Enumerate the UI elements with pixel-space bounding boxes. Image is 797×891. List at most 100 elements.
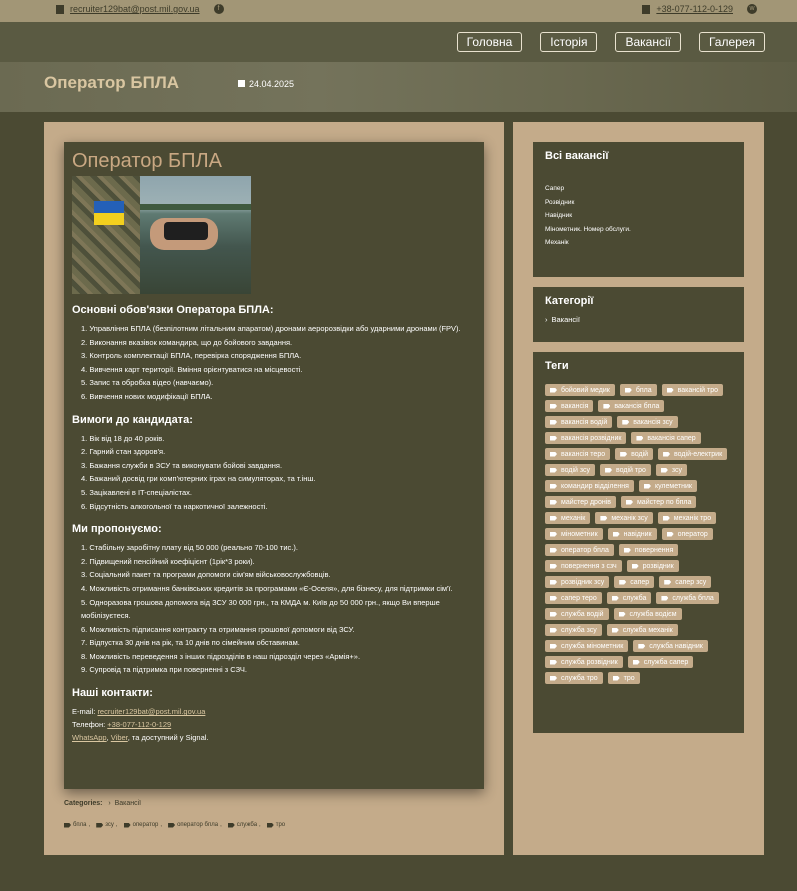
post-tag[interactable]: тро (266, 822, 285, 828)
sidebar-tag[interactable]: механік тро (657, 512, 717, 524)
post-tag[interactable]: оператор , (123, 822, 162, 828)
widget-all-vacancies: Всі вакансії Сапер Розвідник Навідник Мі… (533, 142, 744, 277)
sidebar-tag[interactable]: майстер дронів (545, 496, 616, 508)
top-email-link[interactable]: recruiter129bat@post.mil.gov.ua (70, 4, 200, 14)
sidebar-tag[interactable]: вакансія сапер (631, 432, 701, 444)
ukraine-flag-icon (94, 201, 124, 225)
requirements-heading: Вимоги до кандидата: (72, 413, 193, 426)
sidebar-tag[interactable]: служба (606, 592, 652, 604)
list-item: 5. Зацікавлені в IT-спеціалістах. (81, 487, 192, 497)
sidebar-tag[interactable]: бойовий медик (545, 384, 615, 396)
sidebar-tag[interactable]: служба зсу (545, 624, 602, 636)
whatsapp-icon[interactable]: w (747, 4, 757, 14)
sidebar-tag[interactable]: повернення з сзч (545, 560, 622, 572)
vacancy-link[interactable]: Навідник (545, 209, 732, 223)
sidebar-tag[interactable]: вакансія теро (545, 448, 611, 460)
sidebar-tag-label: служба (622, 594, 647, 602)
sidebar-tag[interactable]: водій (615, 448, 654, 460)
sidebar-tag[interactable]: кулеметник (638, 480, 697, 492)
vacancy-link[interactable]: Сапер (545, 182, 732, 196)
sidebar-tag[interactable]: сапер зсу (659, 576, 712, 588)
sidebar-tag-label: мінометник (561, 530, 598, 538)
sidebar-category-item[interactable]: › Вакансії (545, 315, 732, 324)
sidebar-tag[interactable]: служба водій (545, 608, 609, 620)
whatsapp-link[interactable]: WhatsApp (72, 733, 107, 742)
categories-label: Categories: (64, 800, 103, 807)
sidebar-tag[interactable]: вакансія водій (545, 416, 613, 428)
tag-icon (550, 451, 557, 457)
tag-icon (632, 659, 640, 665)
post-tag[interactable]: служба , (227, 822, 261, 828)
sidebar-tag[interactable]: водій тро (600, 464, 651, 476)
sidebar-tag[interactable]: навідник (607, 528, 657, 540)
sidebar-tag[interactable]: розвідник (626, 560, 679, 572)
sidebar-tag[interactable]: вакансій тро (661, 384, 724, 396)
tag-icon (611, 627, 619, 633)
sidebar-tag[interactable]: сапер теро (545, 592, 602, 604)
vacancy-link[interactable]: Механік (545, 236, 732, 250)
list-item: 1. Вік від 18 до 40 років. (81, 433, 165, 443)
sidebar-tag[interactable]: служба навідник (633, 640, 708, 652)
list-item: 8. Можливість переведення з інших підроз… (81, 651, 361, 661)
sidebar-tag[interactable]: командир відділення (545, 480, 634, 492)
sidebar-tag[interactable]: служба тро (545, 672, 603, 684)
vacancy-link[interactable]: Мінометник. Номер обслуги. (545, 223, 732, 237)
sidebar-tag[interactable]: повернення (618, 544, 679, 556)
sidebar-tag[interactable]: водій зсу (545, 464, 596, 476)
nav-home[interactable]: Головна (456, 32, 523, 52)
post-tag[interactable]: зсу , (96, 822, 118, 828)
sidebar-tag[interactable]: служба сапер (627, 656, 694, 668)
list-item: 5. Запис та обробка відео (навчаємо). (81, 378, 214, 388)
top-phone-link[interactable]: +38-077-112-0-129 (656, 4, 733, 14)
viber-link[interactable]: Viber (111, 733, 128, 742)
top-email-block: recruiter129bat@post.mil.gov.ua f (56, 4, 224, 14)
sidebar-tag[interactable]: механік зсу (595, 512, 653, 524)
nav-vacancies[interactable]: Вакансії (615, 32, 681, 52)
sidebar-tag[interactable]: оператор (661, 528, 713, 540)
sidebar-tag[interactable]: мінометник (545, 528, 603, 540)
top-bar: recruiter129bat@post.mil.gov.ua f +38-07… (0, 0, 797, 22)
sidebar-tag[interactable]: сапер (614, 576, 655, 588)
tag-icon (643, 483, 651, 489)
post-card: Оператор БПЛА Основні обов'язки Оператор… (64, 142, 484, 789)
post-categories: Categories: › Вакансії (64, 800, 141, 807)
sidebar-tag-label: механік (561, 514, 586, 522)
sidebar-tag[interactable]: служба механік (606, 624, 678, 636)
contact-email-link[interactable]: recruiter129bat@post.mil.gov.ua (97, 707, 205, 716)
sidebar-tag-label: вакансія бпла (614, 402, 660, 410)
sidebar-tag[interactable]: розвідник зсу (545, 576, 610, 588)
sidebar-tag[interactable]: служба бпла (656, 592, 719, 604)
post-tag[interactable]: бпла , (64, 822, 90, 828)
sidebar-tag[interactable]: вакансія (545, 400, 594, 412)
list-item: 7. Відпустка 30 днів на рік, та 10 днів … (81, 638, 300, 648)
sidebar-tag[interactable]: бпла (619, 384, 657, 396)
sidebar-tag[interactable]: майстер по бпла (620, 496, 697, 508)
nav-gallery[interactable]: Галерея (698, 32, 765, 52)
chevron-right-icon: › (545, 315, 548, 324)
vacancy-link[interactable]: Розвідник (545, 196, 732, 210)
facebook-icon[interactable]: f (213, 4, 224, 14)
sidebar-tag[interactable]: механік (545, 512, 591, 524)
sidebar-tag[interactable]: вакансія зсу (617, 416, 678, 428)
tag-icon (603, 403, 611, 409)
duties-heading: Основні обов'язки Оператора БПЛА: (72, 304, 274, 316)
sidebar-tag-label: вакансія сапер (647, 434, 696, 442)
contact-phone-link[interactable]: +38-077-112-0-129 (107, 720, 171, 729)
sidebar-tag[interactable]: служба мінометник (545, 640, 629, 652)
post-tag[interactable]: оператор бпла , (168, 822, 222, 828)
sidebar-tag[interactable]: водій-електрик (658, 448, 728, 460)
tag-icon (612, 675, 620, 681)
category-link[interactable]: Вакансії (115, 800, 142, 807)
tag-icon (623, 547, 631, 553)
sidebar-tag[interactable]: оператор бпла (545, 544, 614, 556)
nav-history[interactable]: Історія (540, 32, 598, 52)
sidebar-tag-label: сапер (630, 578, 650, 586)
sidebar-tag[interactable]: тро (607, 672, 640, 684)
sidebar-tag[interactable]: вакансія розвідник (545, 432, 627, 444)
sidebar-tag[interactable]: вакансія бпла (598, 400, 665, 412)
sidebar-tag-label: зсу (671, 466, 683, 474)
sidebar-tag[interactable]: зсу (655, 464, 688, 476)
sidebar-tag[interactable]: служба водієм (613, 608, 682, 620)
sidebar-tag[interactable]: служба розвідник (545, 656, 623, 668)
tag-icon (550, 611, 557, 617)
